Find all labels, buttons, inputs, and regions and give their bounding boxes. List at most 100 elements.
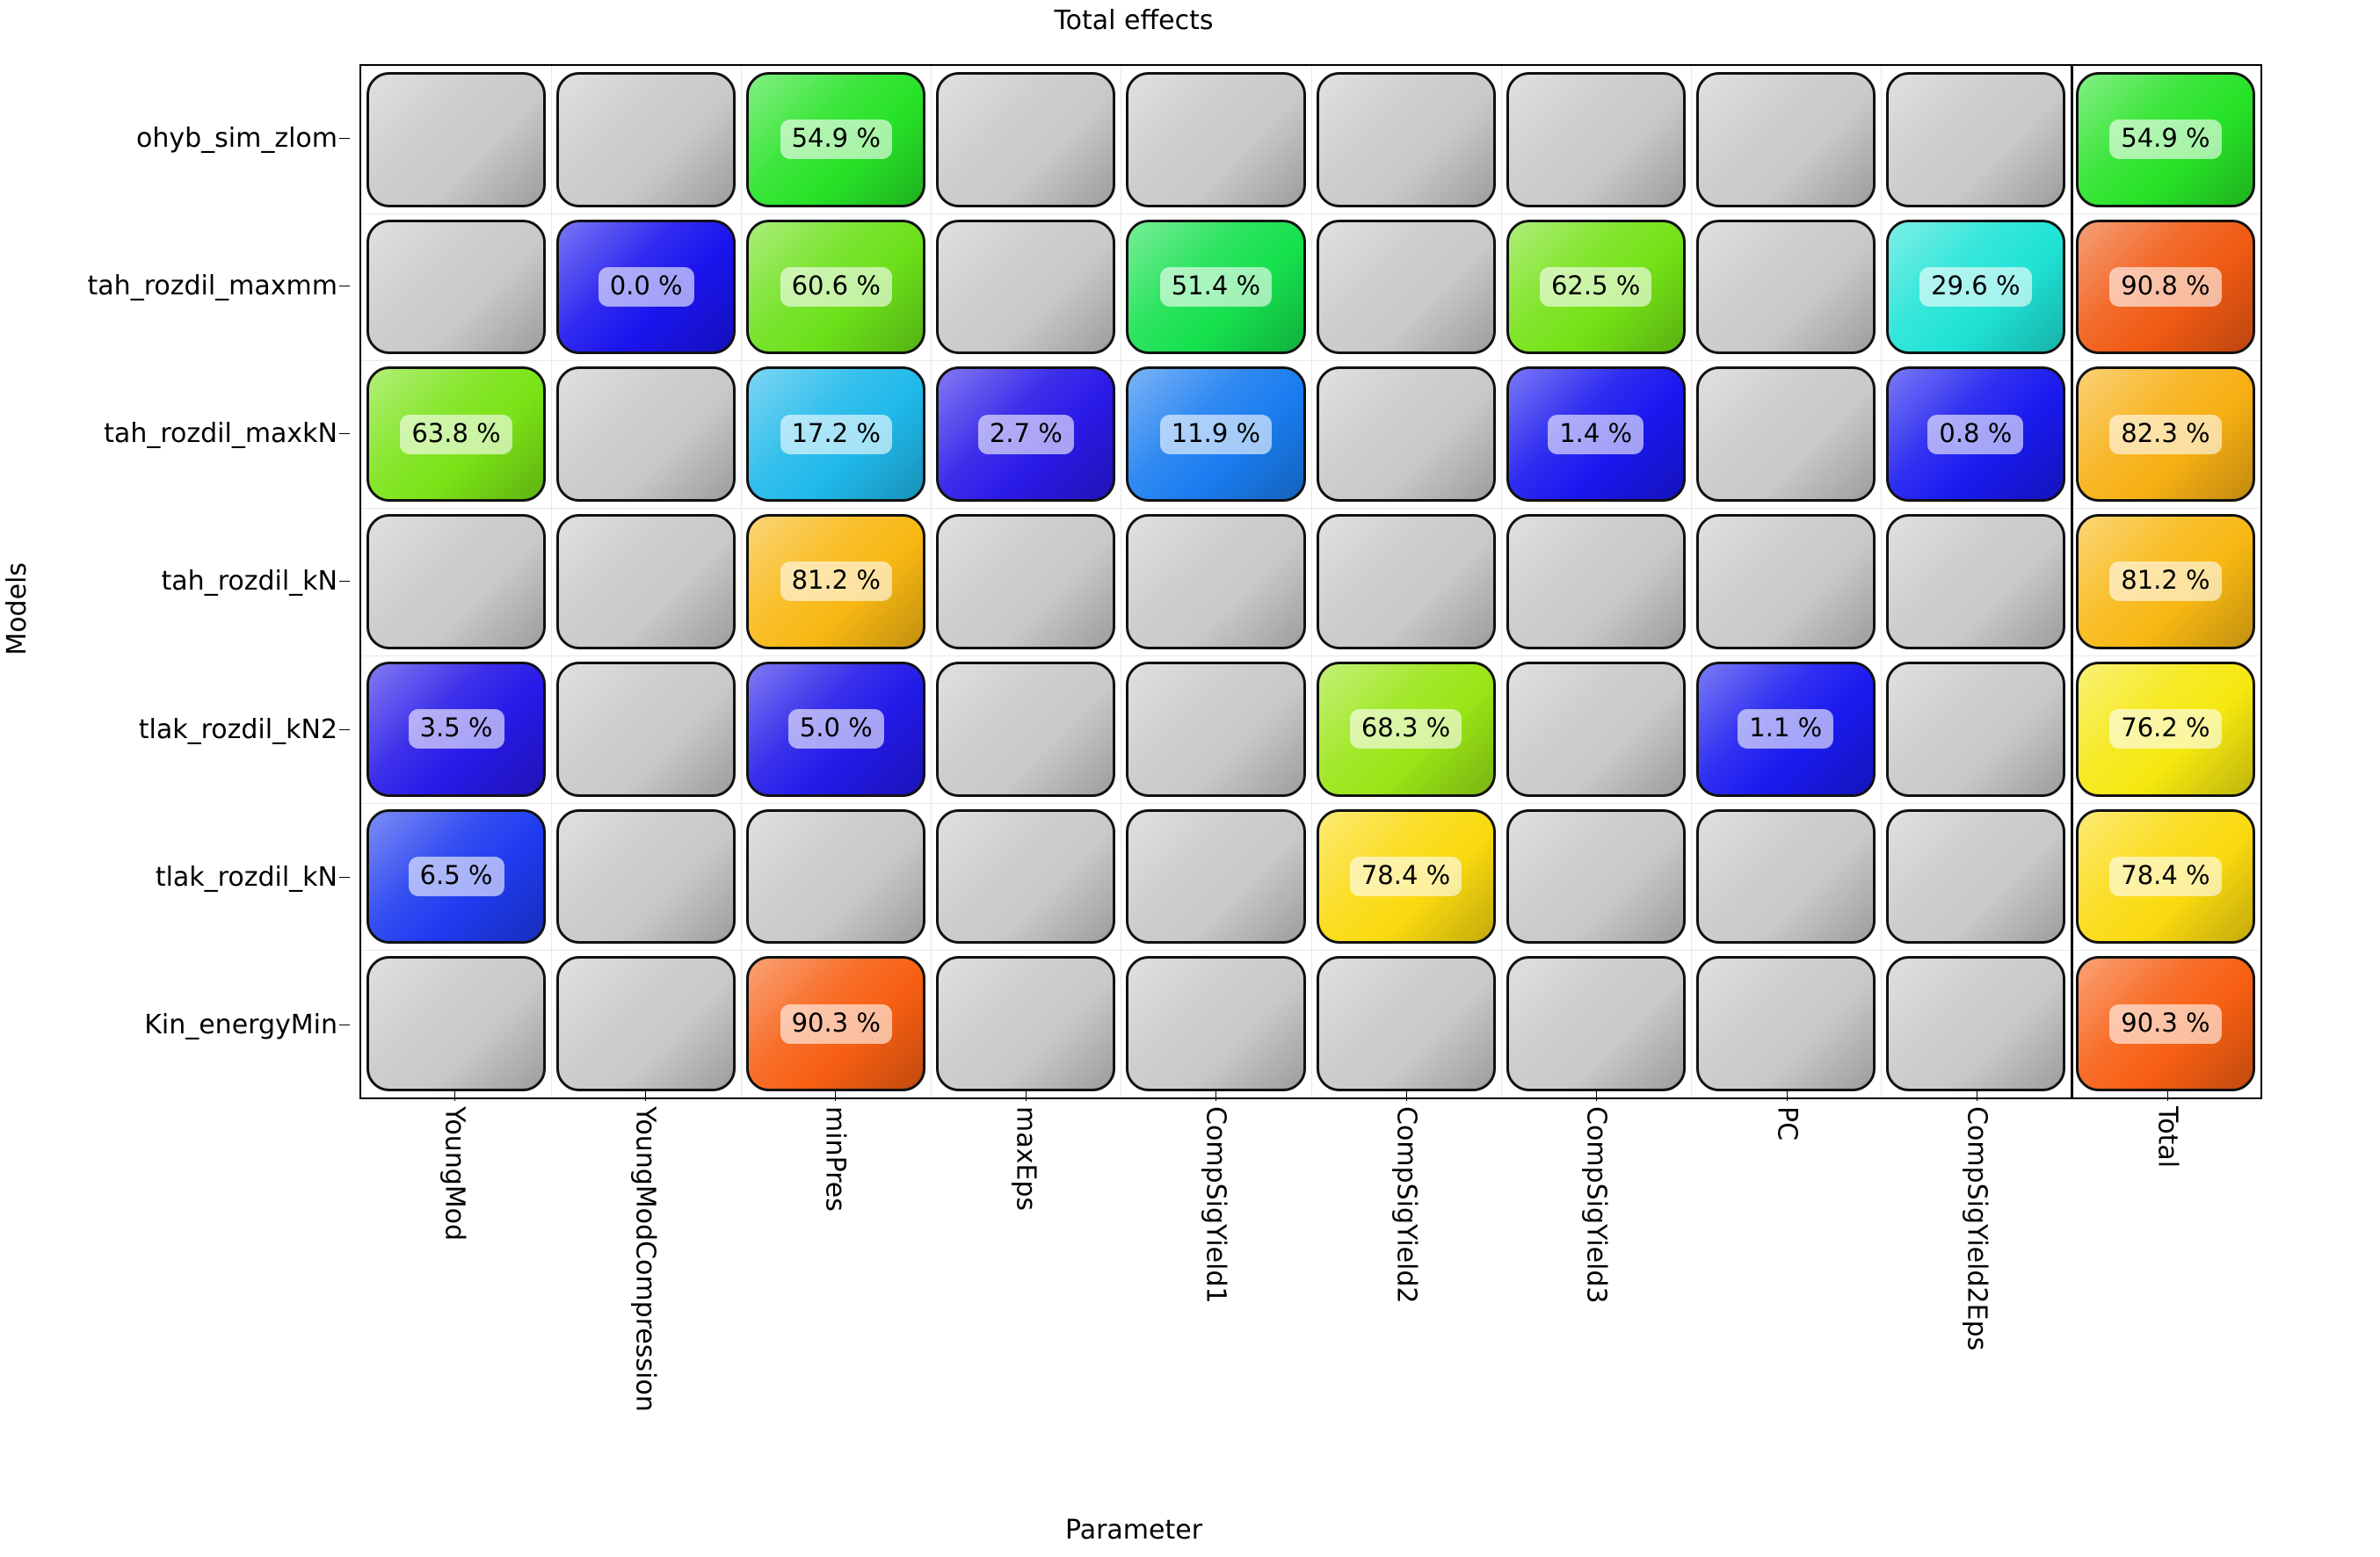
heatmap-cell[interactable] bbox=[1311, 508, 1501, 655]
heatmap-cell-value: 3.5 % bbox=[408, 709, 504, 750]
heatmap-cell[interactable] bbox=[551, 803, 741, 951]
heatmap-cell[interactable] bbox=[361, 66, 551, 214]
row-axis-label: tah_rozdil_kN bbox=[0, 508, 350, 655]
heatmap-cell[interactable]: 90.3 % bbox=[2071, 950, 2260, 1097]
y-tick-mark bbox=[339, 728, 350, 730]
heatmap-cell[interactable]: 1.4 % bbox=[1501, 360, 1691, 508]
heatmap-cell[interactable] bbox=[1691, 66, 1881, 214]
heatmap-cell[interactable] bbox=[1881, 950, 2071, 1097]
heatmap-cell-box: 0.0 % bbox=[556, 219, 736, 355]
heatmap-cell[interactable]: 17.2 % bbox=[741, 360, 931, 508]
heatmap-cell[interactable] bbox=[931, 214, 1121, 361]
heatmap-cell[interactable] bbox=[931, 803, 1121, 951]
heatmap-cell[interactable] bbox=[551, 655, 741, 803]
heatmap-cell[interactable]: 90.8 % bbox=[2071, 214, 2260, 361]
heatmap-cell-box bbox=[366, 956, 547, 1091]
heatmap-cell[interactable] bbox=[1501, 508, 1691, 655]
heatmap-cell[interactable] bbox=[1501, 803, 1691, 951]
heatmap-cell[interactable] bbox=[1881, 508, 2071, 655]
heatmap-cell-box bbox=[1316, 219, 1496, 355]
y-tick-mark bbox=[339, 581, 350, 583]
heatmap-cell[interactable] bbox=[551, 360, 741, 508]
heatmap-cell[interactable] bbox=[1121, 803, 1310, 951]
heatmap-cell[interactable] bbox=[931, 508, 1121, 655]
heatmap-cell-box bbox=[366, 72, 547, 207]
heatmap-cell[interactable]: 68.3 % bbox=[1311, 655, 1501, 803]
heatmap-cell-box: 62.5 % bbox=[1506, 219, 1686, 355]
heatmap-cell[interactable] bbox=[1121, 655, 1310, 803]
heatmap-cell[interactable]: 81.2 % bbox=[741, 508, 931, 655]
heatmap-cell[interactable]: 51.4 % bbox=[1121, 214, 1310, 361]
heatmap-cell[interactable]: 78.4 % bbox=[1311, 803, 1501, 951]
column-axis-labels: YoungMod YoungModCompression minPres maxEps… bbox=[359, 1090, 2263, 1496]
heatmap-cell[interactable]: 76.2 % bbox=[2071, 655, 2260, 803]
column-axis-label-cell: YoungMod bbox=[359, 1090, 550, 1496]
y-tick-mark bbox=[339, 433, 350, 435]
heatmap-cell-box bbox=[1506, 661, 1686, 797]
heatmap-cell[interactable] bbox=[1311, 66, 1501, 214]
heatmap-cell[interactable] bbox=[931, 655, 1121, 803]
heatmap-cell-box bbox=[1506, 72, 1686, 207]
heatmap-cell[interactable]: 63.8 % bbox=[361, 360, 551, 508]
heatmap-cell-value: 90.8 % bbox=[2109, 267, 2222, 308]
heatmap-cell[interactable] bbox=[1881, 66, 2071, 214]
heatmap-cell[interactable] bbox=[551, 508, 741, 655]
heatmap-cell[interactable] bbox=[1881, 803, 2071, 951]
heatmap-cell[interactable] bbox=[361, 508, 551, 655]
heatmap-cell[interactable] bbox=[1121, 508, 1310, 655]
heatmap-cell[interactable]: 0.0 % bbox=[551, 214, 741, 361]
heatmap-cell[interactable]: 11.9 % bbox=[1121, 360, 1310, 508]
heatmap-cell[interactable] bbox=[1691, 360, 1881, 508]
heatmap-cell[interactable]: 60.6 % bbox=[741, 214, 931, 361]
heatmap-cell[interactable] bbox=[361, 950, 551, 1097]
heatmap-cell[interactable]: 2.7 % bbox=[931, 360, 1121, 508]
heatmap-cell[interactable] bbox=[1121, 950, 1310, 1097]
heatmap-cell[interactable] bbox=[1691, 214, 1881, 361]
heatmap-cell[interactable] bbox=[1311, 214, 1501, 361]
heatmap-cell[interactable]: 78.4 % bbox=[2071, 803, 2260, 951]
heatmap-cell[interactable] bbox=[1691, 508, 1881, 655]
heatmap-cell[interactable]: 81.2 % bbox=[2071, 508, 2260, 655]
heatmap-cell[interactable] bbox=[1501, 950, 1691, 1097]
heatmap-cell-box bbox=[746, 808, 926, 945]
column-axis-label-cell: PC bbox=[1692, 1090, 1883, 1496]
heatmap-cell[interactable] bbox=[1121, 66, 1310, 214]
heatmap-cell[interactable] bbox=[551, 66, 741, 214]
heatmap-cell[interactable] bbox=[1691, 950, 1881, 1097]
heatmap-cell[interactable]: 29.6 % bbox=[1881, 214, 2071, 361]
heatmap-cell[interactable] bbox=[931, 66, 1121, 214]
heatmap-cell-box: 54.9 % bbox=[2075, 72, 2255, 207]
heatmap-cell-value: 0.0 % bbox=[598, 267, 694, 308]
heatmap-cell[interactable] bbox=[1881, 655, 2071, 803]
heatmap-cell[interactable] bbox=[1311, 950, 1501, 1097]
column-axis-label-cell: Total bbox=[2072, 1090, 2263, 1496]
heatmap-cell-value: 54.9 % bbox=[780, 119, 892, 160]
heatmap-cell[interactable] bbox=[1691, 803, 1881, 951]
heatmap-cell[interactable]: 0.8 % bbox=[1881, 360, 2071, 508]
heatmap-cell[interactable]: 62.5 % bbox=[1501, 214, 1691, 361]
heatmap-cell[interactable] bbox=[931, 950, 1121, 1097]
heatmap-cell-box: 78.4 % bbox=[1316, 808, 1496, 945]
heatmap-cell[interactable]: 54.9 % bbox=[741, 66, 931, 214]
heatmap-cell-box bbox=[556, 514, 736, 649]
heatmap-cell-box: 76.2 % bbox=[2075, 661, 2255, 797]
heatmap-cell[interactable]: 54.9 % bbox=[2071, 66, 2260, 214]
heatmap-cell[interactable] bbox=[1501, 66, 1691, 214]
heatmap-cell-box bbox=[936, 661, 1116, 797]
heatmap-cell[interactable]: 90.3 % bbox=[741, 950, 931, 1097]
heatmap-cell[interactable]: 6.5 % bbox=[361, 803, 551, 951]
heatmap-cell[interactable]: 5.0 % bbox=[741, 655, 931, 803]
heatmap-cell[interactable]: 3.5 % bbox=[361, 655, 551, 803]
heatmap-cell-value: 62.5 % bbox=[1539, 267, 1652, 308]
heatmap-cell[interactable]: 82.3 % bbox=[2071, 360, 2260, 508]
heatmap-cell-value: 5.0 % bbox=[787, 709, 884, 750]
heatmap-cell-box bbox=[366, 514, 547, 649]
heatmap-cell[interactable] bbox=[551, 950, 741, 1097]
heatmap-cell[interactable] bbox=[741, 803, 931, 951]
heatmap-cell-box bbox=[1695, 72, 1876, 207]
heatmap-cell[interactable] bbox=[1501, 655, 1691, 803]
heatmap-cell[interactable]: 1.1 % bbox=[1691, 655, 1881, 803]
heatmap-cell[interactable] bbox=[361, 214, 551, 361]
heatmap-cell[interactable] bbox=[1311, 360, 1501, 508]
row-axis-label: tlak_rozdil_kN bbox=[0, 803, 350, 951]
